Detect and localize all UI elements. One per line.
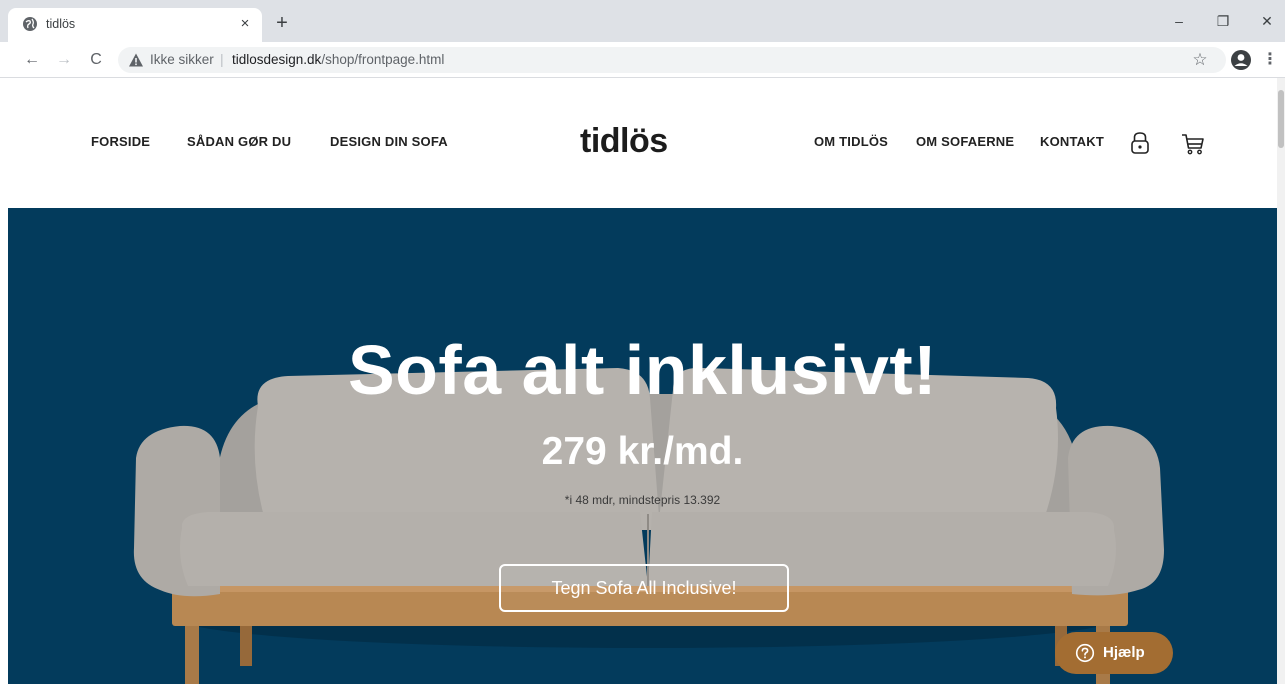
site-logo[interactable]: tidlös (580, 122, 668, 161)
back-button[interactable]: ← (20, 48, 44, 72)
nav-om-tidlos[interactable]: OM TIDLÖS (814, 134, 888, 149)
hero-title: Sofa alt inklusivt! (347, 331, 938, 409)
address-bar[interactable]: Ikke sikker | tidlosdesign.dk/shop/front… (118, 47, 1226, 73)
security-label[interactable]: Ikke sikker (150, 52, 214, 67)
kebab-menu-icon[interactable]: ⋮ (1262, 48, 1278, 72)
scrollbar-thumb[interactable] (1278, 90, 1284, 148)
url-host: tidlosdesign.dk (232, 52, 322, 67)
nav-saadan-goer-du[interactable]: SÅDAN GØR DU (187, 134, 291, 149)
nav-design-din-sofa[interactable]: DESIGN DIN SOFA (330, 134, 448, 149)
hero-price: 279 kr./md. (541, 430, 744, 473)
restore-button[interactable]: ❐ (1208, 10, 1238, 32)
help-button[interactable]: Hjælp (1055, 632, 1173, 674)
page-scrollbar[interactable] (1277, 78, 1285, 684)
browser-tab-bar: tidlös × + – ❐ ✕ (0, 0, 1285, 42)
star-icon[interactable]: ☆ (1188, 48, 1212, 72)
browser-tab[interactable]: tidlös × (8, 8, 262, 42)
cta-button[interactable]: Tegn Sofa All Inclusive! (499, 564, 789, 612)
nav-forside[interactable]: FORSIDE (91, 134, 150, 149)
globe-icon (23, 17, 37, 31)
hero-price-note: *i 48 mdr, mindstepris 13.392 (564, 493, 721, 507)
nav-kontakt[interactable]: KONTAKT (1040, 134, 1104, 149)
warning-icon[interactable] (128, 52, 144, 68)
question-circle-icon (1075, 643, 1095, 663)
minimize-button[interactable]: – (1164, 10, 1194, 32)
url-path: /shop/frontpage.html (321, 52, 445, 67)
help-label: Hjælp (1103, 644, 1145, 661)
page-content: FORSIDE SÅDAN GØR DU DESIGN DIN SOFA tid… (0, 78, 1277, 684)
nav-om-sofaerne[interactable]: OM SOFAERNE (916, 134, 1014, 149)
reload-button[interactable]: C (84, 48, 108, 72)
profile-icon[interactable] (1230, 49, 1252, 71)
forward-button[interactable]: → (52, 48, 76, 72)
close-window-button[interactable]: ✕ (1252, 10, 1282, 32)
site-header: FORSIDE SÅDAN GØR DU DESIGN DIN SOFA tid… (0, 78, 1277, 208)
browser-toolbar: ← → C Ikke sikker | tidlosdesign.dk/shop… (0, 42, 1285, 78)
tab-close-button[interactable]: × (234, 13, 256, 35)
new-tab-button[interactable]: + (270, 12, 294, 36)
tab-title: tidlös (46, 17, 76, 31)
url-separator: | (220, 51, 224, 67)
hero-banner: Sofa alt inklusivt! 279 kr./md. *i 48 md… (8, 208, 1277, 684)
cart-icon[interactable] (1180, 130, 1206, 156)
url-text[interactable]: tidlosdesign.dk/shop/frontpage.html (232, 52, 444, 67)
lock-icon[interactable] (1129, 130, 1151, 156)
